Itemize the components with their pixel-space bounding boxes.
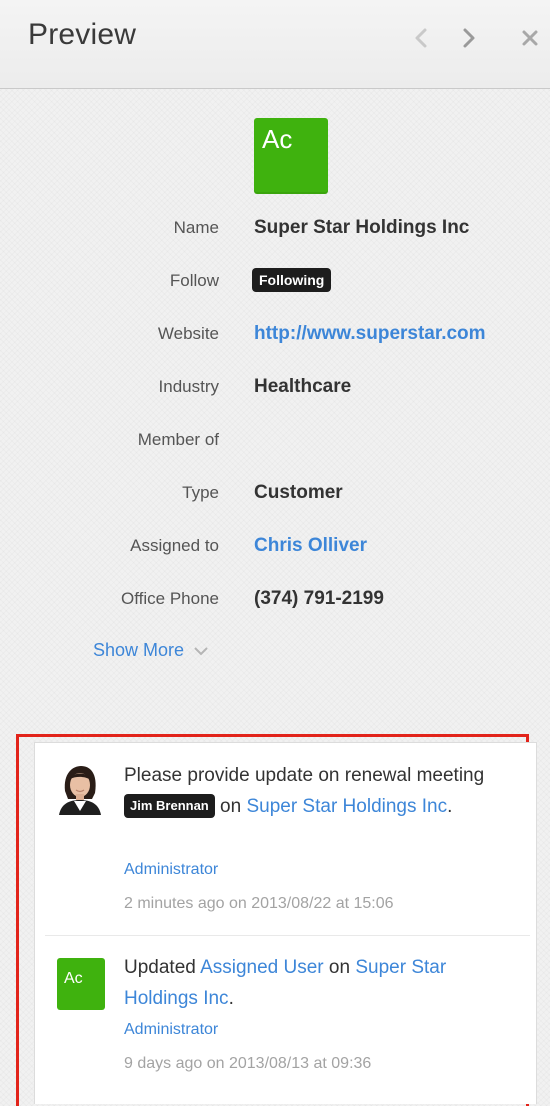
- type-label: Type: [182, 483, 219, 502]
- following-button[interactable]: Following: [252, 268, 332, 292]
- industry-label: Industry: [158, 377, 219, 396]
- activity-update-verb: Updated: [124, 957, 196, 978]
- field-link[interactable]: Assigned User: [200, 957, 324, 978]
- name-label: Name: [173, 218, 219, 237]
- website-link[interactable]: http://www.superstar.com: [254, 323, 486, 345]
- assigned-to-link[interactable]: Chris Olliver: [254, 535, 367, 557]
- name-value: Super Star Holdings Inc: [254, 217, 470, 238]
- follow-label: Follow: [169, 271, 219, 290]
- activity-update-text: Updated Assigned User on Super Star Hold…: [124, 952, 494, 1014]
- activity-post-body: Please provide update on renewal meeting: [124, 765, 485, 786]
- record-link[interactable]: Super Star Holdings Inc: [246, 796, 447, 817]
- activity-post-text: Please provide update on renewal meeting…: [124, 760, 494, 822]
- author-role-link[interactable]: Administrator: [124, 1021, 218, 1039]
- show-more-link[interactable]: Show More: [93, 640, 209, 661]
- account-avatar-text: Ac: [64, 970, 83, 987]
- type-value: Customer: [254, 482, 343, 503]
- page-title: Preview: [28, 18, 137, 51]
- activity-connector-text: on: [328, 957, 351, 978]
- activity-timestamp: 2 minutes ago on 2013/08/22 at 15:06: [124, 895, 394, 912]
- chevron-right-icon[interactable]: [454, 24, 482, 52]
- activity-divider: [45, 935, 530, 936]
- author-role-link[interactable]: Administrator: [124, 861, 218, 879]
- member-of-label: Member of: [137, 430, 219, 449]
- assigned-to-label: Assigned to: [130, 536, 219, 555]
- account-avatar[interactable]: Ac: [57, 958, 105, 1010]
- record-logo-text: Ac: [262, 124, 293, 154]
- industry-value: Healthcare: [254, 376, 352, 397]
- chevron-down-icon: [194, 647, 208, 656]
- close-icon[interactable]: [519, 27, 541, 49]
- activity-timestamp: 9 days ago on 2013/08/13 at 09:36: [124, 1055, 372, 1072]
- chevron-left-icon[interactable]: [408, 24, 436, 52]
- show-more-label: Show More: [93, 640, 185, 660]
- preview-header: Preview: [0, 0, 550, 89]
- mention-tag[interactable]: Jim Brennan: [124, 794, 215, 818]
- activity-period: .: [228, 988, 234, 1009]
- activity-period: .: [447, 796, 453, 817]
- website-label: Website: [157, 324, 219, 343]
- office-phone-label: Office Phone: [121, 589, 219, 608]
- record-logo: Ac: [254, 118, 328, 194]
- office-phone-value: (374) 791-2199: [254, 588, 384, 609]
- activity-connector-text: on: [220, 796, 242, 817]
- person-avatar[interactable]: [57, 763, 103, 815]
